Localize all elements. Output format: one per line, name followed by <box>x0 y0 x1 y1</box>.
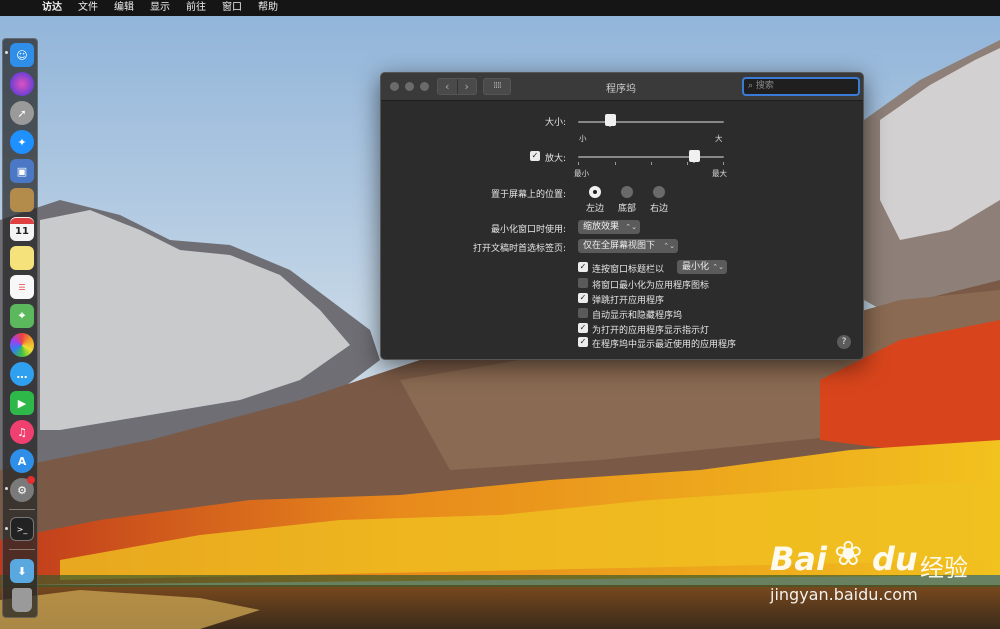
slider-tick <box>615 162 616 165</box>
maps-icon[interactable]: ⌖ <box>10 304 34 328</box>
dock-preferences-window: ‹ › ⁞⁞⁞⁞ 程序坞 ⌕ 搜索 大小: 小 大 ✓ 放大: 最小 最大 置于… <box>380 72 864 360</box>
position-right-radio[interactable] <box>653 186 665 198</box>
menu-finder[interactable]: 访达 <box>34 0 70 16</box>
search-icon: ⌕ <box>748 81 756 91</box>
notes-icon[interactable] <box>10 246 34 270</box>
finder-icon[interactable]: ☺ <box>10 43 34 67</box>
running-indicator <box>5 487 8 490</box>
popup-chevron-icon: ⌃⌄ <box>712 263 724 271</box>
double-click-titlebar-checkbox[interactable]: ✓ <box>578 262 588 272</box>
size-max-label: 大 <box>715 134 723 143</box>
menu-help[interactable]: 帮助 <box>250 0 286 16</box>
contacts-icon[interactable] <box>10 188 34 212</box>
prefer-tabs-label: 打开文稿时首选标签页: <box>472 244 566 254</box>
minimize-window-button[interactable] <box>405 82 414 91</box>
watermark-suffix: 经验 <box>920 554 968 582</box>
app-store-icon[interactable]: A <box>10 449 34 473</box>
minimize-effect-value: 缩放效果 <box>583 222 620 232</box>
auto-hide-dock-checkbox[interactable] <box>578 308 588 318</box>
double-click-action-popup[interactable]: 最小化 ⌃⌄ <box>677 260 727 274</box>
magnification-label: 放大: <box>544 154 566 164</box>
slider-tick <box>651 162 652 165</box>
downloads-folder-icon[interactable]: ⬇ <box>10 559 34 583</box>
minimize-into-app-icon-label: 将窗口最小化为应用程序图标 <box>592 281 710 291</box>
safari-icon[interactable]: ✦ <box>10 130 34 154</box>
show-all-grid-button[interactable]: ⁞⁞⁞⁞ <box>483 78 511 95</box>
slider-tick <box>578 162 579 165</box>
dock: ☺ ➚ ✦ ▣ 11 ☰ ⌖ … ▶ ♫ A ⚙ >_ ⬇ <box>2 38 38 618</box>
show-recent-apps-checkbox[interactable]: ✓ <box>578 337 588 347</box>
menu-window[interactable]: 窗口 <box>214 0 250 16</box>
search-field[interactable]: ⌕ 搜索 <box>742 77 860 96</box>
messages-icon[interactable]: … <box>10 362 34 386</box>
running-indicator <box>5 51 8 54</box>
calendar-icon[interactable]: 11 <box>10 217 34 241</box>
dock-separator <box>9 509 35 510</box>
menu-view[interactable]: 显示 <box>142 0 178 16</box>
prefer-tabs-value: 仅在全屏幕视图下 <box>583 241 656 251</box>
window-titlebar: ‹ › ⁞⁞⁞⁞ 程序坞 ⌕ 搜索 <box>381 73 863 101</box>
position-bottom-label: 底部 <box>617 204 636 214</box>
slider-tick <box>687 162 688 165</box>
zoom-window-button[interactable] <box>420 82 429 91</box>
window-title: 程序坞 <box>606 84 636 95</box>
facetime-icon[interactable]: ▶ <box>10 391 34 415</box>
minimize-using-label: 最小化窗口时使用: <box>490 225 566 235</box>
help-button[interactable]: ? <box>837 335 851 349</box>
music-icon[interactable]: ♫ <box>10 420 34 444</box>
popup-chevron-icon: ⌃⌄ <box>625 223 637 231</box>
position-left-radio[interactable] <box>589 186 601 198</box>
menu-bar: 访达 文件 编辑 显示 前往 窗口 帮助 <box>0 0 1000 16</box>
double-click-action-value: 最小化 <box>682 262 710 272</box>
watermark-url: jingyan.baidu.com <box>770 585 918 604</box>
auto-hide-dock-label: 自动显示和隐藏程序坞 <box>592 311 683 321</box>
show-indicators-label: 为打开的应用程序显示指示灯 <box>592 326 710 336</box>
size-label: 大小: <box>544 118 566 128</box>
animate-opening-label: 弹跳打开应用程序 <box>592 296 665 306</box>
siri-icon[interactable] <box>10 72 34 96</box>
animate-opening-checkbox[interactable]: ✓ <box>578 293 588 303</box>
position-right-label: 右边 <box>649 204 668 214</box>
minimize-effect-popup[interactable]: 缩放效果 ⌃⌄ <box>578 220 640 234</box>
back-button[interactable]: ‹ <box>438 79 457 94</box>
magnification-max-label: 最大 <box>712 169 727 178</box>
photos-icon[interactable] <box>10 333 34 357</box>
show-recent-apps-label: 在程序坞中显示最近使用的应用程序 <box>592 340 737 350</box>
forward-button[interactable]: › <box>456 79 477 94</box>
show-indicators-checkbox[interactable]: ✓ <box>578 323 588 333</box>
photo-viewer-icon[interactable]: ▣ <box>10 159 34 183</box>
magnification-slider-track[interactable] <box>578 156 724 158</box>
size-min-label: 小 <box>579 134 587 143</box>
menu-go[interactable]: 前往 <box>178 0 214 16</box>
slider-tick <box>723 162 724 165</box>
running-indicator <box>5 527 8 530</box>
terminal-icon[interactable]: >_ <box>10 517 34 541</box>
position-bottom-radio[interactable] <box>621 186 633 198</box>
minimize-into-app-icon-checkbox[interactable] <box>578 278 588 288</box>
navigation-buttons: ‹ › <box>437 78 477 95</box>
size-slider-thumb[interactable] <box>604 114 616 127</box>
menu-file[interactable]: 文件 <box>70 0 106 16</box>
close-window-button[interactable] <box>390 82 399 91</box>
menu-edit[interactable]: 编辑 <box>106 0 142 16</box>
launchpad-icon[interactable]: ➚ <box>10 101 34 125</box>
dock-separator <box>9 549 35 550</box>
double-click-titlebar-label: 连按窗口标题栏以 <box>592 265 665 275</box>
position-label: 置于屏幕上的位置: <box>490 190 566 200</box>
size-slider-track[interactable] <box>578 121 724 123</box>
magnification-min-label: 最小 <box>574 169 589 178</box>
prefer-tabs-popup[interactable]: 仅在全屏幕视图下 ⌃⌄ <box>578 239 678 253</box>
trash-icon[interactable] <box>12 588 32 612</box>
position-left-label: 左边 <box>585 204 604 214</box>
watermark-brand-2: du <box>872 540 918 578</box>
popup-chevron-icon: ⌃⌄ <box>663 242 675 250</box>
paw-icon: ❀ <box>834 534 863 574</box>
baidu-jingyan-watermark: Bai ❀ du 经验 jingyan.baidu.com <box>770 530 990 610</box>
watermark-brand: Bai <box>770 540 827 578</box>
calendar-day: 11 <box>15 226 29 237</box>
notification-badge <box>27 476 35 484</box>
reminders-icon[interactable]: ☰ <box>10 275 34 299</box>
magnification-slider-thumb[interactable] <box>689 150 701 163</box>
search-placeholder: 搜索 <box>755 81 774 91</box>
